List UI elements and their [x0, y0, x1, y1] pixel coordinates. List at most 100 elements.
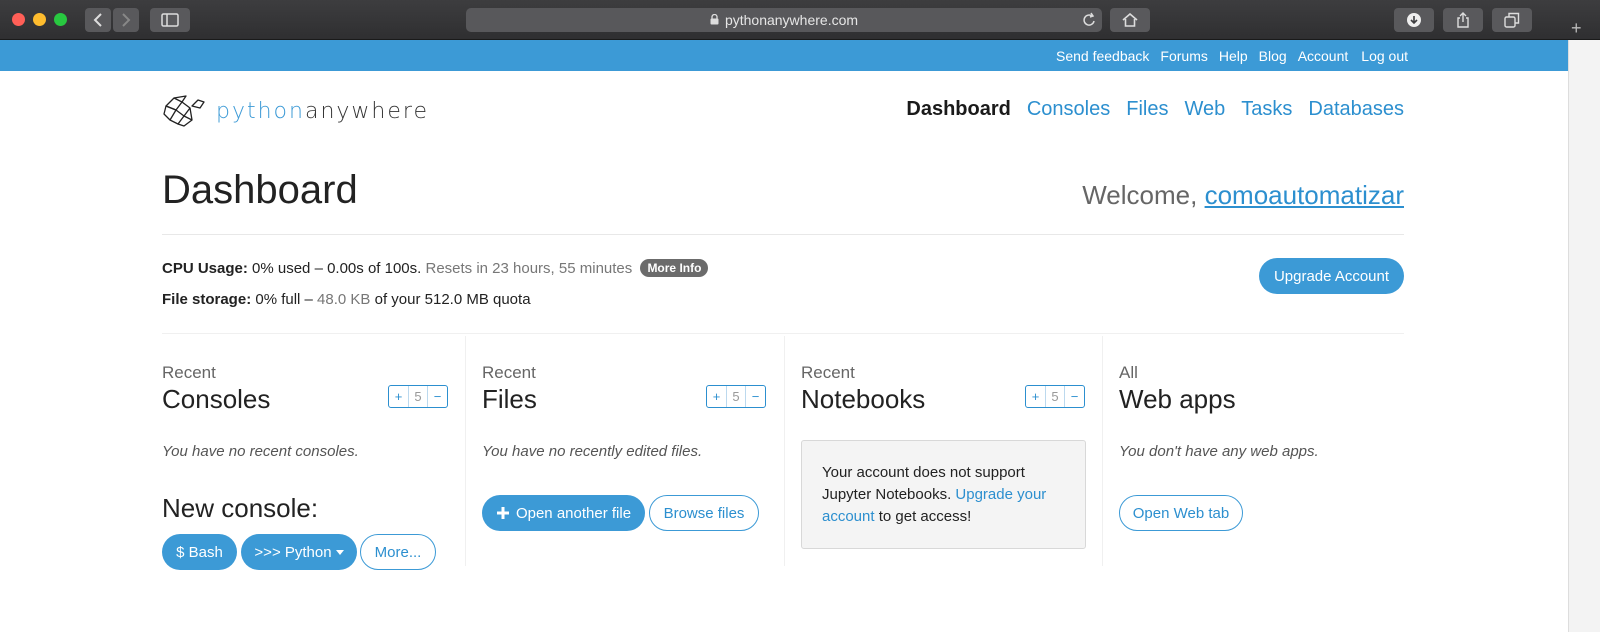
files-heading: Files	[482, 384, 537, 414]
no-files-message: You have no recently edited files.	[482, 443, 703, 460]
nav-consoles[interactable]: Consoles	[1027, 98, 1110, 121]
column-divider	[465, 336, 466, 566]
upgrade-account-button[interactable]: Upgrade Account	[1259, 258, 1404, 294]
notebooks-unsupported-notice: Your account does not support Jupyter No…	[801, 440, 1086, 549]
cpu-usage-value: 0% used – 0.00s of 100s.	[247, 260, 422, 277]
notice-suffix: to get access!	[874, 508, 972, 525]
count-value: 5	[1045, 386, 1065, 407]
send-feedback-link[interactable]: Send feedback	[1056, 48, 1149, 64]
address-bar[interactable]: pythonanywhere.com	[466, 8, 1102, 32]
file-storage: File storage: 0% full – 48.0 KB of your …	[162, 291, 531, 308]
more-info-button[interactable]: More Info	[640, 259, 709, 277]
reload-icon[interactable]	[1082, 12, 1096, 31]
downloads-button[interactable]	[1394, 8, 1434, 32]
welcome-prefix: Welcome,	[1082, 180, 1205, 210]
download-icon	[1407, 13, 1421, 27]
home-button[interactable]	[1110, 8, 1150, 32]
logo-anywhere-text: anywhere	[304, 98, 429, 124]
tabs-overview-button[interactable]	[1492, 8, 1532, 32]
new-tab-icon[interactable]: +	[1571, 18, 1582, 39]
back-button[interactable]	[85, 8, 111, 32]
browse-files-button[interactable]: Browse files	[649, 495, 759, 531]
notebooks-heading: Notebooks	[801, 384, 926, 414]
divider	[162, 333, 1404, 334]
welcome-message: Welcome, comoautomatizar	[1082, 180, 1404, 211]
caret-down-icon	[335, 549, 344, 555]
account-link[interactable]: Account	[1298, 48, 1349, 64]
python-console-button[interactable]: >>> Python	[241, 534, 357, 570]
minimize-window-button[interactable]	[33, 13, 46, 26]
lock-icon	[710, 12, 719, 28]
file-storage-label: File storage:	[162, 291, 252, 308]
logo-wordmark: pythonanywhere	[216, 99, 429, 124]
decrease-button[interactable]: −	[1065, 386, 1084, 407]
open-another-file-label: Open another file	[515, 504, 632, 522]
bash-console-button[interactable]: $ Bash	[162, 534, 237, 570]
window-edge	[1568, 40, 1600, 632]
increase-button[interactable]: +	[1026, 386, 1045, 407]
plus-icon	[496, 507, 509, 519]
storage-percent: 0% full –	[251, 291, 313, 308]
page-title: Dashboard	[162, 168, 358, 212]
count-value: 5	[408, 386, 428, 407]
consoles-kicker: Recent	[162, 363, 216, 382]
browser-toolbar: pythonanywhere.com	[0, 0, 1600, 40]
logo-python-text: python	[216, 98, 305, 124]
main-nav: Dashboard Consoles Files Web Tasks Datab…	[890, 98, 1404, 121]
storage-used: 48.0 KB	[312, 291, 371, 308]
forums-link[interactable]: Forums	[1160, 48, 1207, 64]
pythonanywhere-logo[interactable]: pythonanywhere	[162, 94, 429, 128]
files-kicker: Recent	[482, 363, 536, 382]
blog-link[interactable]: Blog	[1259, 48, 1287, 64]
nav-databases[interactable]: Databases	[1308, 98, 1404, 121]
nav-files[interactable]: Files	[1126, 98, 1168, 121]
storage-quota: of your 512.0 MB quota	[370, 291, 531, 308]
column-divider	[1102, 336, 1103, 566]
decrease-button[interactable]: −	[746, 386, 765, 407]
zoom-window-button[interactable]	[54, 13, 67, 26]
close-window-button[interactable]	[12, 13, 25, 26]
log-out-link[interactable]: Log out	[1361, 48, 1408, 64]
recent-consoles-panel: Recent Consoles + 5 − You have no recent…	[162, 336, 454, 570]
help-link[interactable]: Help	[1219, 48, 1248, 64]
nav-dashboard[interactable]: Dashboard	[906, 98, 1010, 121]
notebooks-kicker: Recent	[801, 363, 855, 382]
sidebar-icon	[161, 13, 179, 27]
chevron-right-icon	[122, 13, 131, 27]
nav-tasks[interactable]: Tasks	[1241, 98, 1292, 121]
notebooks-count-stepper: + 5 −	[1025, 385, 1085, 408]
top-links-bar: Send feedback Forums Help Blog Account L…	[0, 40, 1568, 71]
recent-notebooks-panel: Recent Notebooks + 5 − Your account does…	[801, 336, 1093, 566]
no-webapps-message: You don't have any web apps.	[1119, 443, 1319, 460]
consoles-heading: Consoles	[162, 384, 271, 414]
share-button[interactable]	[1443, 8, 1483, 32]
webapps-heading: Web apps	[1119, 384, 1236, 414]
web-apps-panel: All Web apps You don't have any web apps…	[1119, 336, 1404, 566]
snake-logo-icon	[163, 95, 205, 127]
cpu-reset-text: Resets in 23 hours, 55 minutes	[421, 260, 633, 277]
open-web-tab-button[interactable]: Open Web tab	[1119, 495, 1243, 531]
tabs-icon	[1504, 12, 1520, 28]
consoles-count-stepper: + 5 −	[388, 385, 448, 408]
files-count-stepper: + 5 −	[706, 385, 766, 408]
webapps-kicker: All	[1119, 363, 1138, 382]
recent-files-panel: Recent Files + 5 − You have no recently …	[482, 336, 774, 566]
decrease-button[interactable]: −	[428, 386, 447, 407]
cpu-usage: CPU Usage: 0% used – 0.00s of 100s. Rese…	[162, 259, 709, 277]
open-another-file-button[interactable]: Open another file	[482, 495, 645, 531]
share-icon	[1457, 12, 1469, 28]
url-text: pythonanywhere.com	[724, 12, 859, 28]
more-consoles-button[interactable]: More...	[360, 534, 436, 570]
forward-button[interactable]	[113, 8, 139, 32]
nav-web[interactable]: Web	[1184, 98, 1225, 121]
no-consoles-message: You have no recent consoles.	[162, 443, 359, 460]
increase-button[interactable]: +	[707, 386, 726, 407]
chevron-left-icon	[93, 13, 102, 27]
new-console-label: New console:	[162, 493, 319, 523]
python-console-label: >>> Python	[254, 543, 332, 561]
increase-button[interactable]: +	[389, 386, 408, 407]
divider	[162, 234, 1404, 235]
username-link[interactable]: comoautomatizar	[1205, 180, 1404, 210]
sidebar-toggle-button[interactable]	[150, 8, 190, 32]
home-icon	[1122, 13, 1138, 27]
